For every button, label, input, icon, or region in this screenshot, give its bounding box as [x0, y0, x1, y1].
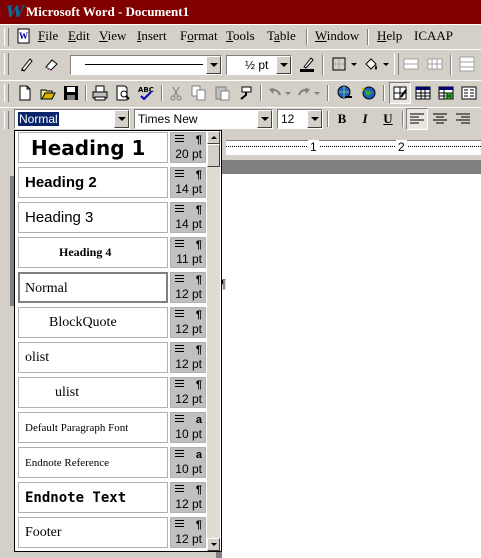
spelling-icon[interactable]: ABC: [135, 82, 157, 104]
formatting-toolbar: Normal Times New 12 B I U: [0, 107, 481, 132]
menu-help[interactable]: Help: [377, 29, 402, 43]
toolbar-grip-2[interactable]: [394, 53, 399, 75]
columns-icon[interactable]: [458, 82, 480, 104]
menu-grip[interactable]: [4, 28, 9, 46]
document-page[interactable]: ¶: [220, 174, 481, 558]
borders-icon[interactable]: [328, 53, 350, 75]
scroll-up-icon[interactable]: [207, 131, 220, 144]
style-item-footer[interactable]: Footer ¶ 12 pt: [18, 517, 206, 550]
font-combo[interactable]: Times New: [134, 109, 273, 129]
style-dropdown-list[interactable]: Heading 1 ¶ 20 pt Heading 2 ¶ 14 pt Headin…: [14, 130, 222, 552]
cut-icon[interactable]: [165, 82, 187, 104]
print-preview-icon[interactable]: [112, 82, 134, 104]
menu-icaap[interactable]: ICAAP: [414, 29, 453, 43]
style-item-ulist[interactable]: ulist ¶ 12 pt: [18, 377, 206, 410]
word-w-icon[interactable]: W: [6, 4, 24, 20]
menu-window[interactable]: Window: [315, 29, 359, 43]
style-combo-value: Normal: [18, 112, 59, 126]
print-icon[interactable]: [89, 82, 111, 104]
shading-icon[interactable]: [360, 53, 382, 75]
menu-bar: W File Edit View Insert Format Tools Tab…: [0, 24, 481, 50]
font-combo-value: Times New: [138, 112, 198, 126]
ruler-scale: 1 2: [226, 140, 481, 155]
redo-dropdown[interactable]: [313, 82, 321, 104]
eraser-icon[interactable]: [40, 53, 62, 75]
style-item-heading-4[interactable]: Heading 4 ¶ 11 pt: [18, 237, 206, 270]
align-left-icon[interactable]: [406, 108, 428, 130]
style-item-heading-1[interactable]: Heading 1 ¶ 20 pt: [18, 132, 206, 165]
style-item-olist[interactable]: olist ¶ 12 pt: [18, 342, 206, 375]
ruler-mark-2: 2: [396, 140, 407, 154]
scroll-down-icon[interactable]: [207, 538, 220, 551]
save-icon[interactable]: [60, 82, 82, 104]
menu-view[interactable]: View: [99, 29, 126, 43]
web-toolbar-icon[interactable]: [357, 82, 379, 104]
copy-icon[interactable]: [188, 82, 210, 104]
menu-table[interactable]: Table: [267, 29, 296, 43]
format-painter-icon[interactable]: [234, 82, 256, 104]
window-title: Microsoft Word - Document1: [26, 4, 190, 19]
pen-color-icon[interactable]: [296, 53, 318, 75]
insert-table-icon[interactable]: [412, 82, 434, 104]
new-icon[interactable]: [14, 82, 36, 104]
style-list-scrollbar[interactable]: [207, 131, 220, 551]
distribute-icon[interactable]: [456, 53, 478, 75]
menu-insert[interactable]: Insert: [137, 29, 167, 43]
paste-icon[interactable]: [211, 82, 233, 104]
tables-borders-icon[interactable]: [389, 82, 411, 104]
menu-format[interactable]: Format: [180, 29, 218, 43]
align-center-icon[interactable]: [429, 108, 451, 130]
style-item-endnote-reference[interactable]: Endnote Reference a 10 pt: [18, 447, 206, 480]
ruler-mark-1: 1: [308, 140, 319, 154]
align-right-icon[interactable]: [452, 108, 474, 130]
style-combo[interactable]: Normal: [14, 109, 130, 129]
menu-file[interactable]: File: [38, 29, 58, 43]
style-item-default-paragraph-font[interactable]: Default Paragraph Font a 10 pt: [18, 412, 206, 445]
hyperlink-icon[interactable]: [334, 82, 356, 104]
borders-dropdown[interactable]: [350, 53, 358, 75]
line-style-combo[interactable]: [70, 55, 222, 75]
menu-tools[interactable]: Tools: [226, 29, 255, 43]
bold-button[interactable]: B: [331, 108, 353, 130]
font-size-combo[interactable]: 12: [277, 109, 323, 129]
underline-button[interactable]: U: [377, 108, 399, 130]
scroll-thumb[interactable]: [207, 144, 220, 167]
line-weight-combo[interactable]: ½ pt: [226, 55, 292, 75]
merge-cells-icon[interactable]: [400, 53, 422, 75]
document-icon[interactable]: W: [16, 28, 32, 44]
standard-toolbar: ABC: [0, 80, 481, 108]
undo-icon[interactable]: [264, 82, 286, 104]
title-bar[interactable]: W Microsoft Word - Document1: [0, 0, 481, 24]
style-item-blockquote[interactable]: BlockQuote ¶ 12 pt: [18, 307, 206, 340]
font-size-value: 12: [281, 112, 295, 126]
style-item-normal[interactable]: Normal ¶ 12 pt: [18, 272, 206, 305]
style-item-heading-3[interactable]: Heading 3 ¶ 14 pt: [18, 202, 206, 235]
vertical-ruler: [0, 136, 14, 558]
redo-icon[interactable]: [293, 82, 315, 104]
menu-edit[interactable]: Edit: [68, 29, 90, 43]
style-item-endnote-text[interactable]: Endnote Text ¶ 12 pt: [18, 482, 206, 515]
toolbar-grip-3[interactable]: [4, 84, 9, 102]
insert-excel-icon[interactable]: [435, 82, 457, 104]
open-icon[interactable]: [37, 82, 59, 104]
toolbar-grip-4[interactable]: [4, 111, 9, 129]
undo-dropdown[interactable]: [284, 82, 292, 104]
toolbar-grip[interactable]: [4, 53, 9, 75]
svg-text:W: W: [19, 31, 28, 41]
shading-dropdown[interactable]: [382, 53, 390, 75]
style-item-heading-2[interactable]: Heading 2 ¶ 14 pt: [18, 167, 206, 200]
italic-button[interactable]: I: [354, 108, 376, 130]
pencil-icon[interactable]: [16, 53, 38, 75]
split-cells-icon[interactable]: [424, 53, 446, 75]
tables-borders-toolbar: ½ pt: [0, 49, 481, 81]
